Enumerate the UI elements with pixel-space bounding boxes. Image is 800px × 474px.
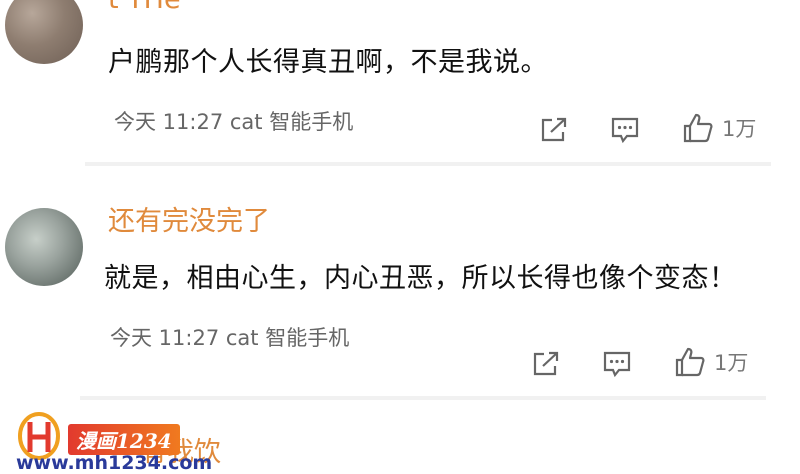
divider bbox=[85, 162, 771, 166]
avatar[interactable] bbox=[5, 208, 83, 286]
thumbs-up-icon bbox=[683, 113, 713, 143]
comment-icon bbox=[611, 117, 639, 144]
comment-meta: 今天 11:27 cat 智能手机 bbox=[114, 110, 354, 134]
comment-button[interactable] bbox=[611, 116, 639, 144]
divider bbox=[80, 396, 766, 400]
share-icon bbox=[533, 351, 559, 376]
share-button[interactable] bbox=[540, 117, 568, 143]
comment-icon bbox=[603, 351, 631, 378]
comment-text: 户鹏那个人长得真丑啊，不是我说。 bbox=[108, 47, 548, 78]
share-icon bbox=[541, 117, 567, 142]
like-count: 1万 bbox=[722, 117, 757, 141]
watermark-badge: 漫画1234 bbox=[68, 424, 180, 455]
avatar[interactable] bbox=[5, 0, 83, 64]
username[interactable]: 还有完没完了 bbox=[108, 199, 270, 238]
comment-text: 就是，相由心生，内心丑恶，所以长得也像个变态！ bbox=[104, 263, 737, 294]
like-button[interactable]: 1万 bbox=[674, 346, 748, 378]
share-button[interactable] bbox=[532, 351, 560, 377]
comment-button[interactable] bbox=[603, 350, 631, 378]
username[interactable]: t THe bbox=[108, 0, 181, 15]
like-button[interactable]: 1万 bbox=[682, 112, 756, 144]
like-count: 1万 bbox=[714, 351, 749, 375]
watermark-url: www.mh1234.com bbox=[16, 452, 213, 474]
watermark: 漫画1234 www.mh1234.com bbox=[16, 412, 256, 474]
comment-meta: 今天 11:27 cat 智能手机 bbox=[110, 326, 350, 350]
thumbs-up-icon bbox=[675, 347, 705, 377]
